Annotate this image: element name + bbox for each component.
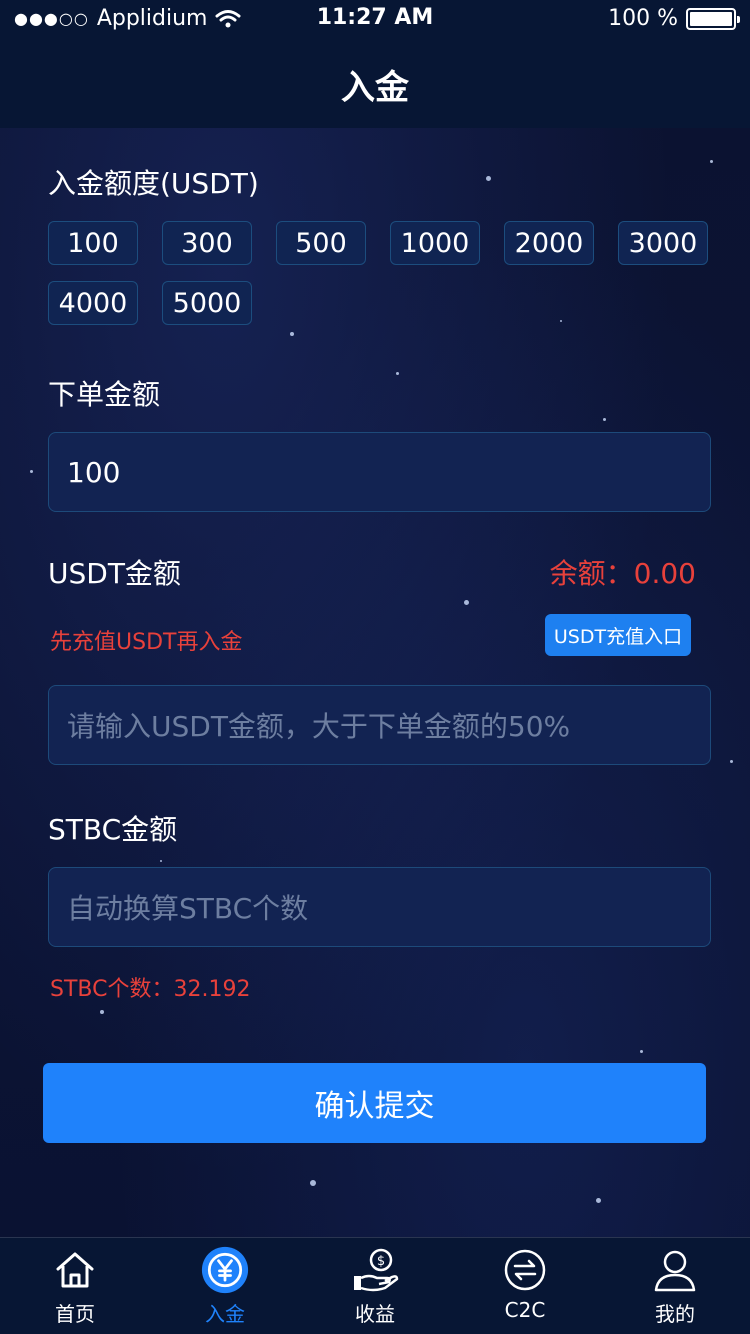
usdt-balance: 余额：0.00: [549, 557, 696, 590]
income-icon: $: [351, 1246, 399, 1294]
tab-income[interactable]: $ 收益: [300, 1238, 450, 1334]
tab-home[interactable]: 首页: [0, 1238, 150, 1334]
amount-option-500[interactable]: 500: [276, 221, 366, 265]
status-bar: ●●●○○ Applidium 11:27 AM 100 %: [0, 0, 750, 40]
amount-option-1000[interactable]: 1000: [390, 221, 480, 265]
recharge-hint: 先充值USDT再入金: [50, 630, 243, 655]
stbc-amount-input[interactable]: 自动换算STBC个数: [48, 867, 711, 947]
usdt-amount-input[interactable]: 请输入USDT金额，大于下单金额的50%: [48, 685, 711, 765]
home-icon: [51, 1246, 99, 1294]
tab-home-label: 首页: [55, 1302, 95, 1326]
amount-option-3000[interactable]: 3000: [618, 221, 708, 265]
usdt-recharge-button[interactable]: USDT充值入口: [545, 614, 691, 656]
tab-deposit-label: 入金: [205, 1302, 245, 1326]
deposit-amount-label: 入金额度(USDT): [48, 167, 259, 200]
svg-text:$: $: [377, 1254, 385, 1269]
tab-profile[interactable]: 我的: [600, 1238, 750, 1334]
order-amount-input[interactable]: 100: [48, 432, 711, 512]
battery-icon: [686, 7, 740, 30]
status-bar-right: 100 %: [608, 6, 740, 31]
order-amount-label: 下单金额: [48, 378, 161, 411]
tab-income-label: 收益: [355, 1302, 395, 1326]
tab-c2c-label: C2C: [504, 1298, 546, 1322]
amount-option-4000[interactable]: 4000: [48, 281, 138, 325]
page-title: 入金: [341, 67, 409, 108]
amount-option-5000[interactable]: 5000: [162, 281, 252, 325]
exchange-icon: [501, 1246, 549, 1294]
battery-percentage: 100 %: [608, 6, 678, 31]
user-icon: [651, 1246, 699, 1294]
submit-button[interactable]: 确认提交: [43, 1063, 706, 1143]
tab-c2c[interactable]: C2C: [450, 1238, 600, 1334]
amount-option-100[interactable]: 100: [48, 221, 138, 265]
tab-deposit[interactable]: 入金: [150, 1238, 300, 1334]
amount-option-2000[interactable]: 2000: [504, 221, 594, 265]
stbc-count: STBC个数：32.192: [50, 977, 251, 1002]
yen-icon: [201, 1246, 249, 1294]
deposit-amount-options-row-1: 100 300 500 1000 2000 3000: [48, 221, 708, 265]
amount-option-300[interactable]: 300: [162, 221, 252, 265]
deposit-amount-options-row-2: 4000 5000: [48, 281, 252, 325]
tab-profile-label: 我的: [655, 1302, 695, 1326]
navigation-bar: 入金: [0, 40, 750, 128]
usdt-amount-label: USDT金额: [48, 557, 181, 590]
stbc-amount-label: STBC金额: [48, 813, 178, 846]
tab-bar: 首页 入金 $ 收益 C2C 我的: [0, 1237, 750, 1334]
